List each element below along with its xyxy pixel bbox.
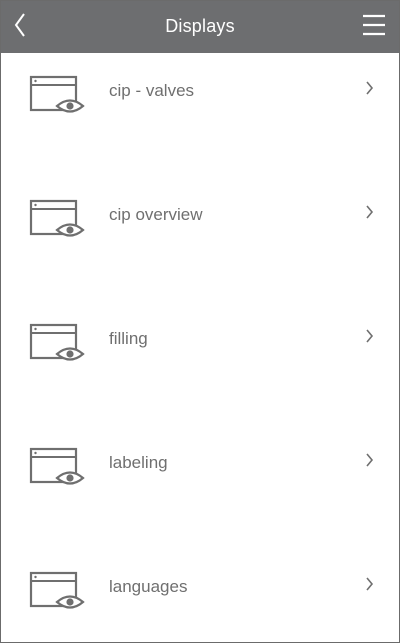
chevron-right-icon — [366, 577, 374, 591]
list-item-label: labeling — [109, 453, 168, 472]
list-item-label: languages — [109, 577, 188, 596]
chevron-right-icon — [366, 453, 374, 467]
list-item-languages[interactable]: languages — [1, 549, 399, 642]
header-bar: Displays — [1, 1, 399, 53]
display-view-icon — [29, 447, 85, 485]
list-item-cip-overview[interactable]: cip overview — [1, 177, 399, 301]
list-item-labeling[interactable]: labeling — [1, 425, 399, 549]
display-view-icon — [29, 75, 85, 113]
display-list: cip - valves cip overview filling labeli… — [1, 53, 399, 642]
display-view-icon — [29, 571, 85, 609]
hamburger-menu-icon — [363, 14, 385, 36]
list-item-label: filling — [109, 329, 148, 348]
list-item-cip-valves[interactable]: cip - valves — [1, 53, 399, 177]
display-view-icon — [29, 323, 85, 361]
list-item-label: cip - valves — [109, 81, 195, 100]
list-item-filling[interactable]: filling — [1, 301, 399, 425]
chevron-right-icon — [366, 205, 374, 219]
menu-button[interactable] — [361, 12, 387, 38]
chevron-right-icon — [366, 81, 374, 95]
list-item-label: cip overview — [109, 205, 203, 224]
display-view-icon — [29, 199, 85, 237]
app-window: Displays cip - valves cip overview filli… — [0, 0, 400, 643]
page-title: Displays — [165, 16, 235, 36]
chevron-right-icon — [366, 329, 374, 343]
